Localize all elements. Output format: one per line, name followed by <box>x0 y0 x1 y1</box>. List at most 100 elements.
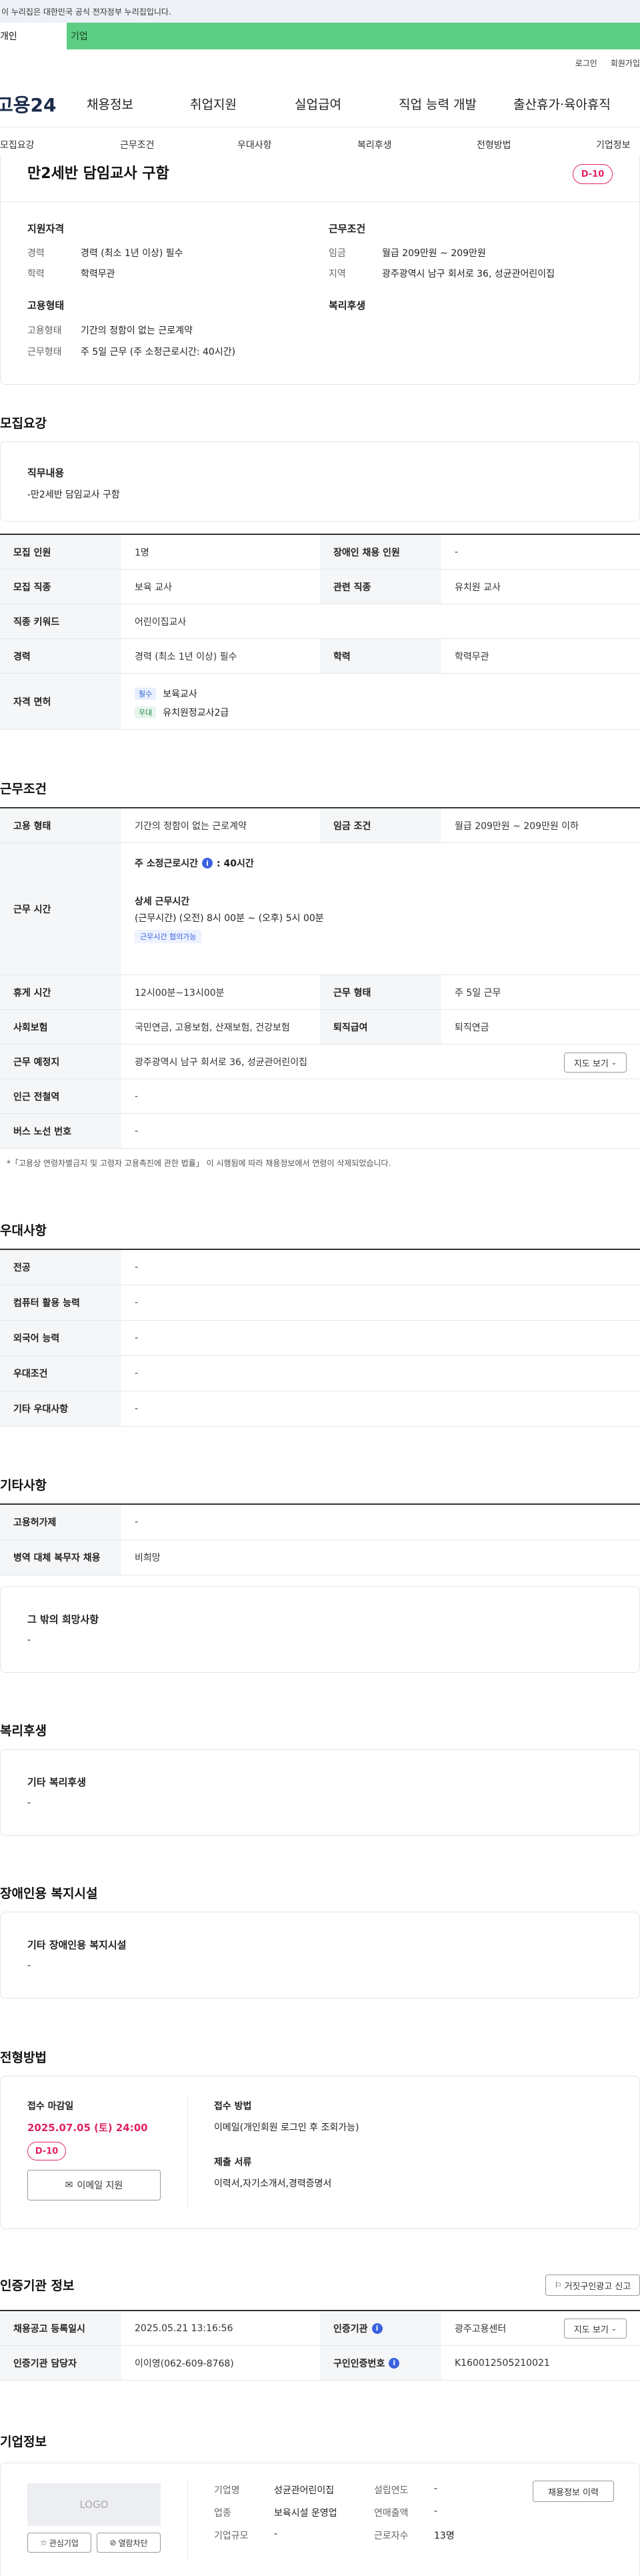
th: 휴게 시간 <box>0 975 121 1009</box>
table-row: 근무 예정지 광주광역시 남구 회서로 36, 성균관어린이집 지도 보기 ⌄ <box>0 1045 640 1079</box>
docs-value: 이력서,자기소개서,경력증명서 <box>214 2178 332 2189</box>
subnav-pref[interactable]: 우대사항 <box>237 138 272 151</box>
wish-card: 그 밖의 희망사항 - <box>0 1586 640 1673</box>
disab-etc-label: 기타 장애인용 복지시설 <box>27 1939 127 1951</box>
false-ad-report-button[interactable]: ⚐ 거짓구인광고 신고 <box>545 2275 640 2296</box>
th: 고용 형태 <box>0 808 121 842</box>
cert-table: 채용공고 등록일시 2025.05.21 13:16:56 인증기관 i 광주고용… <box>0 2310 640 2381</box>
th: 기타 우대사항 <box>0 1391 121 1426</box>
nav-item-unemployment-benefit[interactable]: 실업급여 <box>295 95 341 113</box>
global-nav: 고용24 채용정보 취업지원 실업급여 직업 능력 개발 출산휴가·육아휴직 <box>0 87 640 120</box>
section-heading-process: 전형방법 <box>0 2050 47 2065</box>
th: 직종 키워드 <box>0 604 121 638</box>
td: - <box>135 1125 139 1137</box>
nav-item-vocational-training[interactable]: 직업 능력 개발 <box>399 95 477 113</box>
weekly-hours-label: 주 소정근로시간 <box>135 858 199 869</box>
nav-item-parental-leave[interactable]: 출산휴가·육아휴직 <box>513 95 611 113</box>
section-heading-company: 기업정보 <box>0 2435 47 2449</box>
email-apply-label: 이메일 지원 <box>77 2180 123 2191</box>
emp-key: 근무형태 <box>27 347 62 358</box>
info-icon[interactable]: i <box>389 2357 400 2369</box>
job-title: 만2세반 담임교사 구함 <box>27 165 169 182</box>
section-heading-welfare: 복리후생 <box>0 1724 47 1738</box>
td: 경력 (최소 1년 이상) 필수 <box>135 651 237 662</box>
td: 유치원 교사 <box>455 582 501 593</box>
subnav-company[interactable]: 기업정보 <box>596 138 631 151</box>
map-button[interactable]: 지도 보기 ⌄ <box>564 1053 627 1073</box>
th: 근무 시간 <box>0 843 121 975</box>
qual-value: 학력무관 <box>81 269 115 279</box>
tab-business[interactable]: 기업 <box>67 23 640 49</box>
td: 12시00분~13시00분 <box>135 987 225 999</box>
emp-label: 고용형태 <box>27 299 65 311</box>
dday-badge: D-10 <box>27 2142 66 2160</box>
recruit-table: 모집 인원 1명 장애인 채용 인원 - 모집 직종 보육 교사 관련 직종 유… <box>0 534 640 730</box>
method-value: 이메일(개인회원 로그인 후 조회가능) <box>214 2122 359 2133</box>
cert-org-label: 인증기관 <box>333 2323 368 2335</box>
td: 국민연금, 고용보험, 산재보험, 건강보험 <box>135 1022 290 1033</box>
qual-value: 경력 (최소 1년 이상) 필수 <box>81 248 183 259</box>
th: 장애인 채용 인원 <box>320 535 441 569</box>
company-value: 성균관어린이집 <box>274 2485 335 2496</box>
td: 보육 교사 <box>135 582 172 593</box>
td: - <box>135 1091 139 1102</box>
license-name: 보육교사 <box>163 689 197 700</box>
hiring-history-button[interactable]: 채용정보 이력 <box>533 2481 614 2502</box>
section-heading-pref: 우대사항 <box>0 1223 47 1238</box>
welfare-label: 복리후생 <box>329 299 366 311</box>
td: 2025.05.21 13:16:56 <box>135 2323 233 2334</box>
user-type-tabs: 개인 기업 <box>0 23 640 49</box>
td: - <box>135 1297 139 1308</box>
company-value: - <box>274 2529 278 2539</box>
block-view-button[interactable]: ⊘ 열람차단 <box>97 2533 161 2553</box>
th: 인증기관 i <box>320 2311 441 2345</box>
td: 월급 209만원 ~ 209만원 이하 <box>455 820 579 832</box>
subnav-process[interactable]: 전형방법 <box>477 138 511 151</box>
false-ad-report-label: 거짓구인광고 신고 <box>564 2281 631 2292</box>
map-button-label: 지도 보기 <box>573 2325 609 2335</box>
divider <box>187 2096 188 2208</box>
license-required: 필수 보육교사 <box>135 687 197 700</box>
info-icon[interactable]: i <box>202 858 213 868</box>
section-heading-disab: 장애인용 복지시설 <box>0 1886 98 1901</box>
subnav-recruit[interactable]: 모집요강 <box>0 138 35 151</box>
section-heading-recruit: 모집요강 <box>0 416 47 431</box>
login-link[interactable]: 로그인 <box>575 57 597 69</box>
duty-card: 직무내용 -만2세반 담임교사 구함 <box>0 442 640 522</box>
subnav-work[interactable]: 근무조건 <box>120 138 155 151</box>
table-row: 고용허가제 - <box>0 1505 640 1540</box>
table-row: 기타 우대사항 - <box>0 1391 640 1427</box>
company-logo: LOGO <box>27 2483 161 2526</box>
td: - <box>135 1262 139 1273</box>
info-icon[interactable]: i <box>371 2323 383 2334</box>
site-logo[interactable]: 고용24 <box>0 91 57 117</box>
table-row: 모집 직종 보육 교사 관련 직종 유치원 교사 <box>0 570 640 604</box>
email-apply-button[interactable]: ✉ 이메일 지원 <box>27 2170 161 2200</box>
nav-item-employment-support[interactable]: 취업지원 <box>190 95 237 113</box>
table-row: 외국어 능력 - <box>0 1321 640 1356</box>
cond-value: 월급 209만원 ~ 209만원 <box>382 248 486 259</box>
favorite-company-button[interactable]: ☆ 관심기업 <box>27 2533 91 2553</box>
map-button[interactable]: 지도 보기 ⌄ <box>564 2319 627 2339</box>
deadline-label: 접수 마감일 <box>27 2101 74 2112</box>
th: 임금 조건 <box>320 808 441 842</box>
nav-item-jobs[interactable]: 채용정보 <box>87 95 133 113</box>
signup-link[interactable]: 회원가입 <box>611 57 640 69</box>
company-key: 설립연도 <box>374 2485 409 2496</box>
welfare-card: 기타 복리후생 - <box>0 1749 640 1836</box>
cond-label: 근무조건 <box>329 223 366 235</box>
table-row: 휴게 시간 12시00분~13시00분 근무 형태 주 5일 근무 <box>0 975 640 1010</box>
star-icon: ☆ <box>40 2538 47 2547</box>
company-value: 13명 <box>434 2531 455 2541</box>
method-label: 접수 방법 <box>214 2101 252 2112</box>
td: - <box>135 1517 139 1527</box>
td: 학력무관 <box>455 651 489 662</box>
td: 주 5일 근무 <box>455 987 501 999</box>
th: 근무 형태 <box>320 975 441 1009</box>
tab-person[interactable]: 개인 <box>0 23 67 49</box>
detail-hours-label: 상세 근무시간 <box>135 896 190 907</box>
cond-value: 광주광역시 남구 회서로 36, 성균관어린이집 <box>382 269 555 279</box>
summary-card: 만2세반 담임교사 구함 D-10 지원자격 경력 경력 (최소 1년 이상) … <box>0 155 640 385</box>
th: 고용허가제 <box>0 1505 121 1539</box>
subnav-welfare[interactable]: 복리후생 <box>357 138 392 151</box>
